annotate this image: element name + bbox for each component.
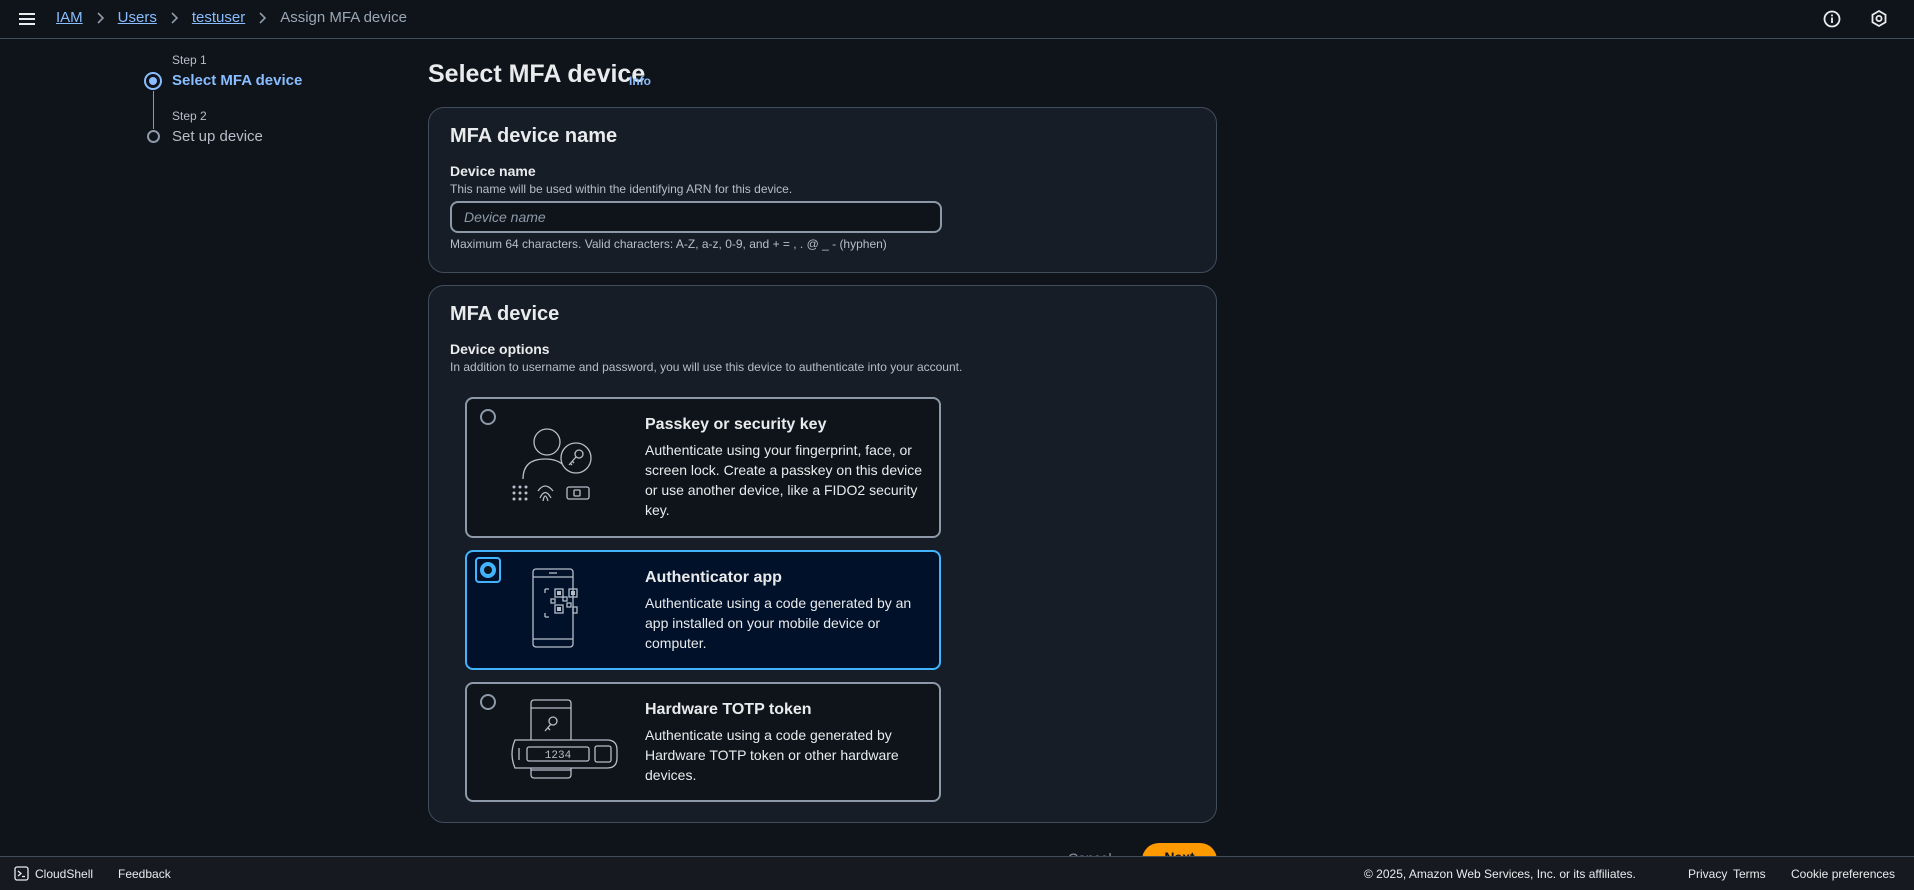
device-name-input[interactable] bbox=[450, 201, 942, 233]
top-navigation: IAM Users testuser Assign MFA device bbox=[0, 0, 1914, 39]
chevron-right-icon bbox=[170, 11, 179, 25]
cookie-preferences-link[interactable]: Cookie preferences bbox=[1791, 867, 1895, 881]
cloudshell-icon[interactable] bbox=[14, 866, 29, 881]
terms-link[interactable]: Terms bbox=[1733, 867, 1766, 881]
device-name-container: MFA device name Device name This name wi… bbox=[428, 107, 1217, 273]
privacy-link[interactable]: Privacy bbox=[1688, 867, 1727, 881]
option-title: Hardware TOTP token bbox=[645, 701, 812, 718]
field-label: Device name bbox=[450, 163, 536, 179]
info-icon[interactable] bbox=[1822, 9, 1842, 29]
option-title: Passkey or security key bbox=[645, 416, 827, 433]
focus-ring bbox=[475, 557, 501, 583]
field-description: This name will be used within the identi… bbox=[450, 182, 793, 196]
option-passkey-radio[interactable] bbox=[480, 409, 496, 425]
option-description: Authenticate using a code generated by H… bbox=[645, 727, 899, 783]
option-hardware-totp-radio[interactable] bbox=[480, 694, 496, 710]
step-2-number: Step 2 bbox=[172, 109, 207, 123]
cloudshell-link[interactable]: CloudShell bbox=[35, 867, 93, 881]
field-constraint: Maximum 64 characters. Valid characters:… bbox=[450, 237, 887, 251]
option-description: Authenticate using your fingerprint, fac… bbox=[645, 442, 923, 518]
page-title: Select MFA device bbox=[428, 60, 646, 88]
hardware-token-icon: 1234 bbox=[511, 699, 618, 779]
option-authenticator-app-radio[interactable] bbox=[480, 562, 496, 578]
option-title: Authenticator app bbox=[645, 569, 782, 586]
breadcrumb-current: Assign MFA device bbox=[280, 9, 407, 26]
breadcrumb-users[interactable]: Users bbox=[118, 9, 157, 26]
step-1-title[interactable]: Select MFA device bbox=[172, 72, 302, 89]
feedback-link[interactable]: Feedback bbox=[118, 867, 171, 881]
field-label: Device options bbox=[450, 341, 550, 357]
step-1-number: Step 1 bbox=[172, 53, 207, 67]
option-description: Authenticate using a code generated by a… bbox=[645, 595, 912, 651]
chevron-right-icon bbox=[258, 11, 267, 25]
copyright-text: © 2025, Amazon Web Services, Inc. or its… bbox=[1364, 867, 1636, 881]
passkey-icon bbox=[512, 428, 592, 502]
breadcrumb-testuser[interactable]: testuser bbox=[192, 9, 245, 26]
option-passkey-tile[interactable]: Passkey or security key Authenticate usi… bbox=[465, 397, 941, 538]
step-2-indicator bbox=[147, 130, 160, 143]
option-authenticator-app-tile[interactable]: Authenticator app Authenticate using a c… bbox=[465, 550, 941, 670]
field-description: In addition to username and password, yo… bbox=[450, 360, 963, 374]
footer: CloudShell Feedback © 2025, Amazon Web S… bbox=[0, 856, 1914, 890]
mobile-phone-icon bbox=[532, 568, 578, 648]
section-heading: MFA device bbox=[450, 303, 560, 325]
token-display-digits: 1234 bbox=[545, 750, 572, 762]
step-2-title: Set up device bbox=[172, 128, 263, 145]
chevron-right-icon bbox=[96, 11, 105, 25]
settings-icon[interactable] bbox=[1869, 9, 1889, 29]
menu-icon[interactable] bbox=[17, 9, 39, 29]
step-connector bbox=[153, 91, 154, 129]
breadcrumb-iam[interactable]: IAM bbox=[56, 9, 83, 26]
step-1-indicator bbox=[144, 72, 162, 90]
info-link[interactable]: Info bbox=[629, 74, 651, 88]
option-hardware-totp-tile[interactable]: 1234 Hardware TOTP token Authenticate us… bbox=[465, 682, 941, 802]
breadcrumb: IAM Users testuser Assign MFA device bbox=[56, 9, 407, 26]
section-heading: MFA device name bbox=[450, 125, 618, 147]
